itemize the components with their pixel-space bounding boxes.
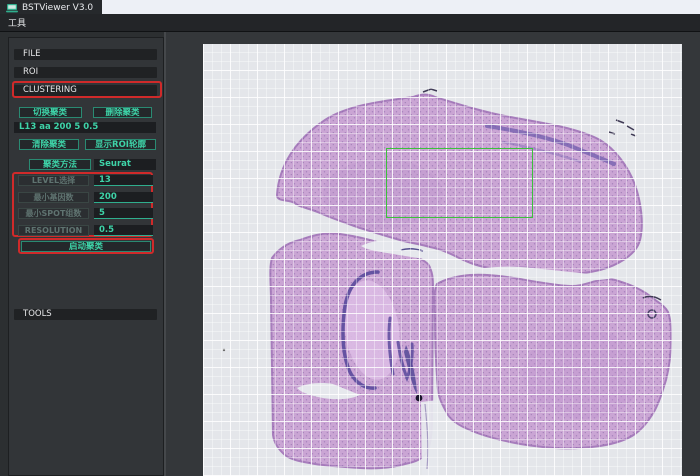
param-label-level: LEVEL选择	[18, 175, 89, 186]
cluster-method-value[interactable]: Seurat	[94, 159, 156, 170]
menubar: 工具	[0, 14, 700, 32]
section-roi[interactable]: ROI	[14, 67, 157, 78]
app-window: BSTViewer V3.0 工具 FILE ROI CLUSTERING 切换…	[0, 0, 700, 476]
section-clustering[interactable]: CLUSTERING	[14, 85, 157, 96]
param-label-resolution: RESOLUTION	[18, 225, 89, 236]
clear-cluster-button[interactable]: 清除聚类	[19, 139, 79, 150]
param-input-min-genes[interactable]: 200	[94, 192, 153, 203]
tissue-lower-left-lobe	[270, 233, 433, 468]
cluster-method-button[interactable]: 聚类方法	[29, 159, 91, 170]
app-icon	[6, 3, 18, 13]
tissue-lower-right-lobe	[435, 275, 672, 449]
roi-overlay-rect[interactable]	[386, 148, 533, 218]
window-title: BSTViewer V3.0	[22, 3, 93, 13]
cluster-selector[interactable]: L13 aa 200 5 0.5	[14, 122, 156, 133]
slide-viewer-canvas[interactable]	[203, 44, 682, 476]
start-cluster-button[interactable]: 启动聚类	[21, 241, 151, 252]
param-label-min-genes: 最小基因数	[18, 192, 89, 203]
section-file[interactable]: FILE	[14, 49, 157, 60]
delete-cluster-button[interactable]: 删除聚类	[93, 107, 152, 118]
tissue-image	[203, 44, 682, 476]
sidebar-panel: FILE ROI CLUSTERING 切换聚类 删除聚类 L13 aa 200…	[8, 37, 164, 476]
param-input-level[interactable]: 13	[94, 175, 153, 186]
titlebar-light-strip	[0, 0, 700, 14]
param-label-min-spot: 最小SPOT组数	[18, 208, 89, 219]
dark-spot	[416, 395, 423, 402]
switch-cluster-button[interactable]: 切换聚类	[19, 107, 82, 118]
param-input-min-spot[interactable]: 5	[94, 208, 153, 219]
show-roi-outline-button[interactable]: 显示ROI轮廓	[85, 139, 156, 150]
menu-tools[interactable]: 工具	[8, 16, 26, 29]
section-tools[interactable]: TOOLS	[14, 309, 157, 320]
panel-splitter[interactable]	[164, 32, 166, 476]
param-input-resolution[interactable]: 0.5	[94, 225, 153, 236]
